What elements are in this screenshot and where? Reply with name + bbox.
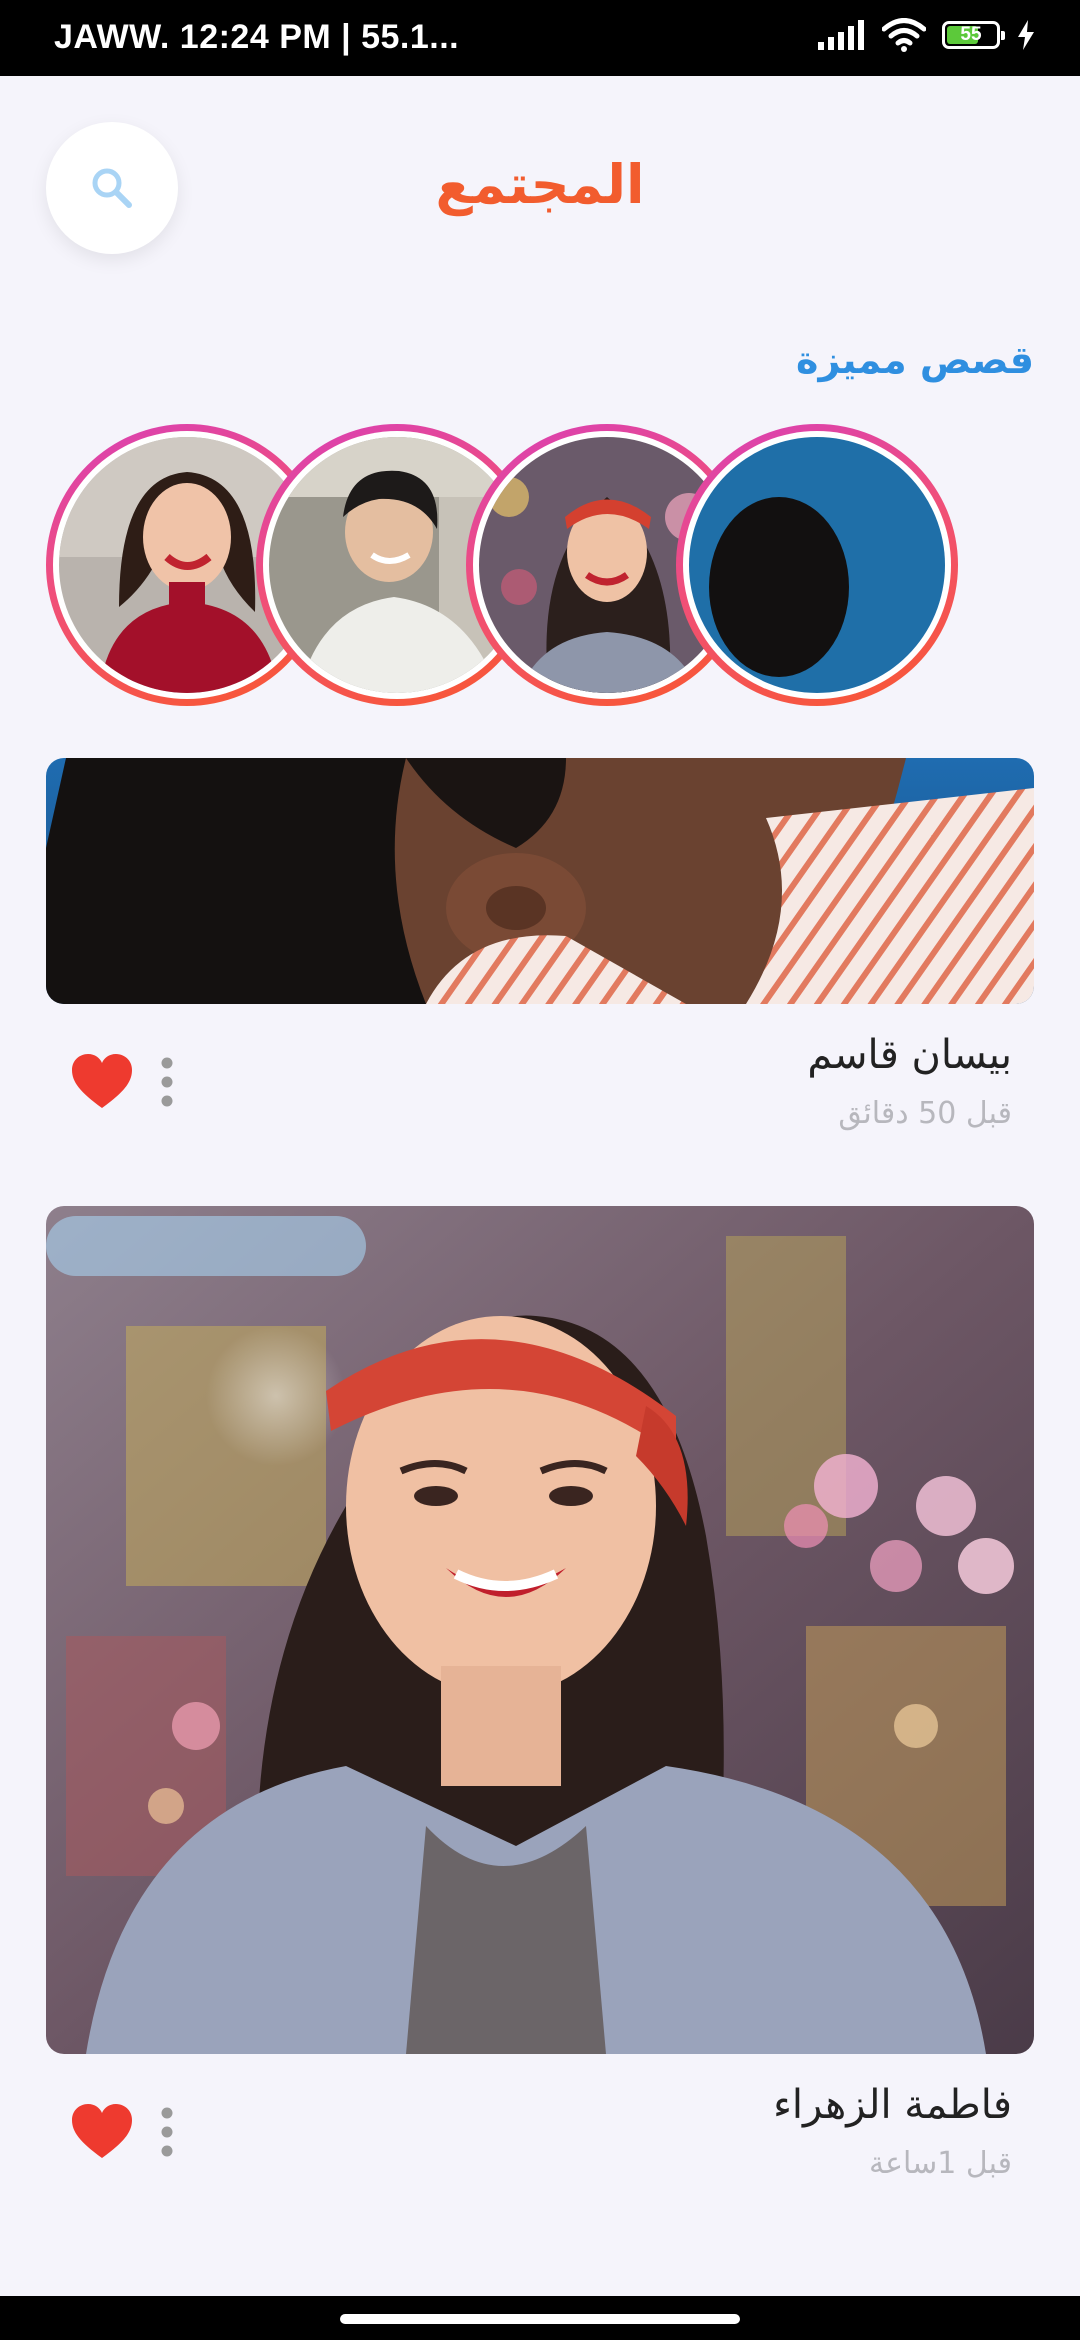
home-indicator[interactable] xyxy=(340,2314,740,2324)
more-options-button[interactable] xyxy=(152,1052,182,1112)
battery-icon: 55 xyxy=(942,21,1005,49)
charging-icon xyxy=(1018,20,1034,50)
like-button[interactable] xyxy=(70,1052,134,1112)
page-title: المجتمع xyxy=(435,153,645,216)
heart-icon xyxy=(72,2104,132,2158)
search-icon xyxy=(92,168,132,208)
like-button[interactable] xyxy=(70,2102,134,2162)
stories-carousel[interactable] xyxy=(46,420,1034,710)
heart-icon xyxy=(72,1054,132,1108)
status-icons: 55 xyxy=(818,18,1036,52)
wifi-icon xyxy=(882,18,926,52)
post-author-name: فاطمة الزهراء xyxy=(773,2082,1012,2128)
post-timestamp: قبل 1ساعة xyxy=(868,2146,1012,2181)
post-image[interactable] xyxy=(46,1206,1034,2054)
battery-level: 55 xyxy=(960,24,982,45)
post-image[interactable] xyxy=(46,758,1034,1004)
post-author-name: بيسان قاسم xyxy=(807,1032,1012,1078)
more-options-button[interactable] xyxy=(152,2102,182,2162)
signal-icon xyxy=(818,20,864,50)
status-bar-text: JAWW. 12:24 PM | 55.1... xyxy=(54,18,460,56)
search-button[interactable] xyxy=(46,122,178,254)
more-vertical-icon xyxy=(161,2107,173,2157)
status-bar: JAWW. 12:24 PM | 55.1... 55 xyxy=(0,0,1080,76)
featured-stories-title: قصص مميزة xyxy=(796,338,1034,382)
story-item[interactable] xyxy=(676,424,958,706)
more-vertical-icon xyxy=(161,1057,173,1107)
post-timestamp: قبل 50 دقائق xyxy=(838,1096,1012,1131)
story-avatar xyxy=(689,437,945,693)
